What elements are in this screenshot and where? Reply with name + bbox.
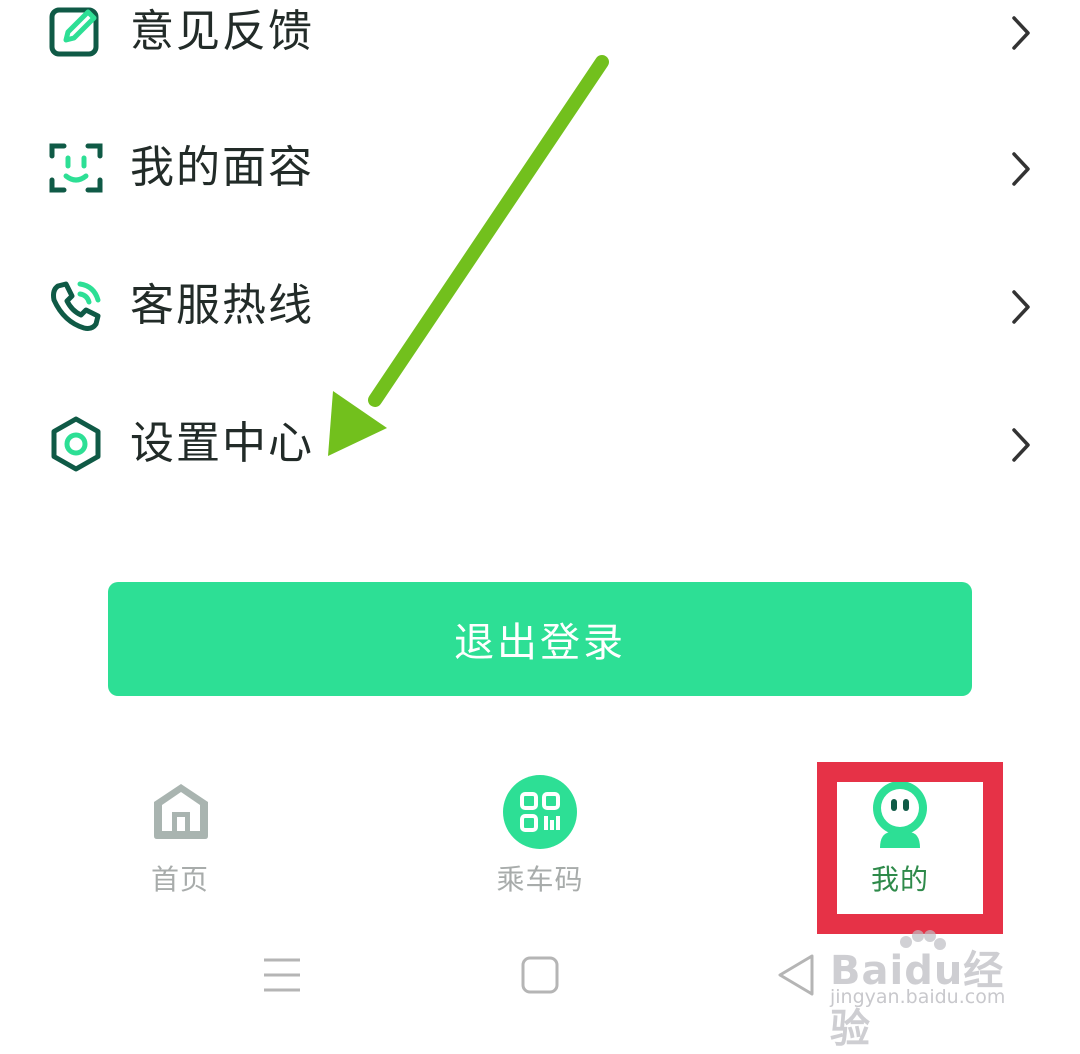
logout-button[interactable]: 退出登录	[108, 582, 972, 696]
home-square-icon[interactable]	[520, 955, 560, 995]
watermark-url: jingyan.baidu.com	[830, 986, 1006, 1008]
back-triangle-icon[interactable]	[774, 952, 818, 998]
tab-label: 乘车码	[496, 863, 584, 896]
annotation-highlight-box	[817, 762, 1003, 934]
menu-lines-icon[interactable]	[262, 955, 302, 995]
qr-code-icon	[503, 775, 577, 849]
home-icon	[154, 784, 208, 839]
baidu-watermark: Baidu经验 jingyan.baidu.com	[826, 930, 1036, 1052]
tab-ride-code[interactable]: 乘车码	[440, 770, 640, 910]
tab-home[interactable]: 首页	[80, 770, 280, 910]
tab-label: 首页	[150, 863, 209, 896]
